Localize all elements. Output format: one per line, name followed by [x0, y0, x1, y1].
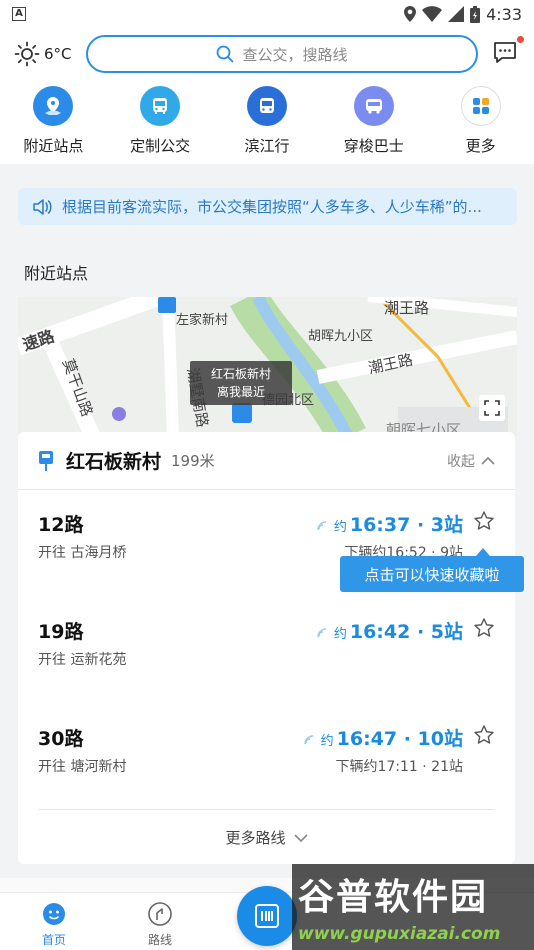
barcode-icon — [255, 904, 279, 928]
favorite-star-icon[interactable] — [473, 617, 495, 639]
bus-icon — [140, 86, 181, 126]
quicknav-shuttle-bus[interactable]: 穿梭巴士 — [329, 86, 419, 156]
chat-bubble-icon — [494, 42, 516, 63]
collapse-button[interactable]: 收起 — [447, 451, 495, 471]
realtime-signal-icon — [303, 735, 313, 745]
location-icon — [404, 6, 417, 22]
route-eta: 约 16:47 · 10站 — [303, 724, 463, 751]
home-face-icon — [43, 903, 65, 925]
station-card: 红石板新村 199米 收起 12路 开往 古海月桥 约 16:37 · 3站 下… — [18, 432, 515, 864]
chevron-down-icon — [293, 833, 308, 842]
scan-pay-button[interactable] — [237, 886, 297, 946]
battery-icon — [470, 5, 481, 23]
search-placeholder: 查公交，搜路线 — [242, 45, 348, 64]
sun-icon — [14, 41, 40, 67]
signal-icon — [448, 6, 465, 22]
map-label: 左家新村 — [176, 313, 229, 328]
notification-a-icon: A — [12, 7, 26, 21]
map-label: 胡晖九小区 — [308, 329, 374, 344]
route-compass-icon — [148, 902, 172, 926]
search-input[interactable]: 查公交，搜路线 — [86, 35, 478, 73]
favorite-tooltip[interactable]: 点击可以快速收藏啦 — [340, 548, 524, 592]
map-label: 潮王路 — [384, 299, 430, 317]
status-time: 4:33 — [486, 4, 522, 24]
tab-routes[interactable]: 路线 — [130, 901, 190, 948]
tab-home[interactable]: 首页 — [24, 901, 84, 948]
notice-banner[interactable]: 根据目前客流实际，市公交集团按照“人多车多、人少车稀”的... — [18, 188, 517, 225]
quicknav-binjiang[interactable]: 滨江行 — [222, 86, 312, 156]
weather-widget[interactable]: 6°C — [14, 41, 86, 67]
bus-stop-sign-icon — [39, 450, 53, 471]
search-icon — [217, 45, 234, 63]
nearby-map[interactable]: 速路 左家新村 胡晖九小区 潮王路 潮王路 莫干山路 湖墅南路 朝晖七小区 德园… — [18, 297, 517, 437]
route-row-19[interactable]: 19路 开往 运新花苑 约 16:42 · 5站 — [38, 597, 495, 704]
station-header: 红石板新村 199米 收起 — [18, 432, 515, 490]
route-eta: 约 16:42 · 5站 — [317, 617, 463, 644]
station-name: 红石板新村 — [66, 451, 162, 473]
bus-front-icon — [246, 86, 287, 126]
bus-stop-marker[interactable] — [158, 297, 176, 313]
realtime-signal-icon — [317, 628, 326, 638]
map-expand-button[interactable] — [479, 395, 505, 421]
quick-nav: 附近站点 定制公交 滨江行 穿梭巴士 更多 — [0, 80, 534, 164]
favorite-star-icon[interactable] — [473, 724, 495, 746]
quicknav-more[interactable]: 更多 — [436, 86, 526, 156]
expand-icon — [484, 400, 500, 416]
top-header: 6°C 查公交，搜路线 — [0, 28, 534, 80]
station-distance: 199米 — [171, 452, 215, 470]
grid-more-icon — [460, 86, 501, 126]
watermark: 谷普软件园 www.gupuxiazai.com — [292, 864, 534, 950]
notice-text: 根据目前客流实际，市公交集团按照“人多车多、人少车稀”的... — [62, 198, 482, 216]
more-routes-button[interactable]: 更多路线 — [38, 809, 495, 865]
nearby-title: 附近站点 — [24, 264, 89, 283]
chevron-up-icon — [481, 456, 495, 465]
quicknav-nearby-stops[interactable]: 附近站点 — [8, 86, 98, 156]
location-pin-icon — [33, 86, 74, 126]
bus-stop-marker[interactable] — [232, 403, 252, 423]
favorite-star-icon[interactable] — [473, 510, 495, 532]
message-button[interactable] — [492, 36, 524, 68]
route-eta: 约 16:37 · 3站 — [317, 510, 463, 537]
speaker-icon — [33, 198, 52, 215]
map-tip: 红石板新村 离我最近 — [190, 361, 292, 405]
quicknav-custom-bus[interactable]: 定制公交 — [115, 86, 205, 156]
temperature: 6°C — [44, 45, 72, 63]
wifi-icon — [422, 6, 443, 22]
poi-marker — [112, 407, 126, 421]
status-bar: A 4:33 — [0, 0, 534, 28]
shuttle-bus-icon — [353, 86, 394, 126]
realtime-signal-icon — [317, 521, 326, 531]
route-row-30[interactable]: 30路 开往 塘河新村 约 16:47 · 10站 下辆约17:11 · 21站 — [38, 704, 495, 811]
unread-dot — [517, 36, 524, 43]
